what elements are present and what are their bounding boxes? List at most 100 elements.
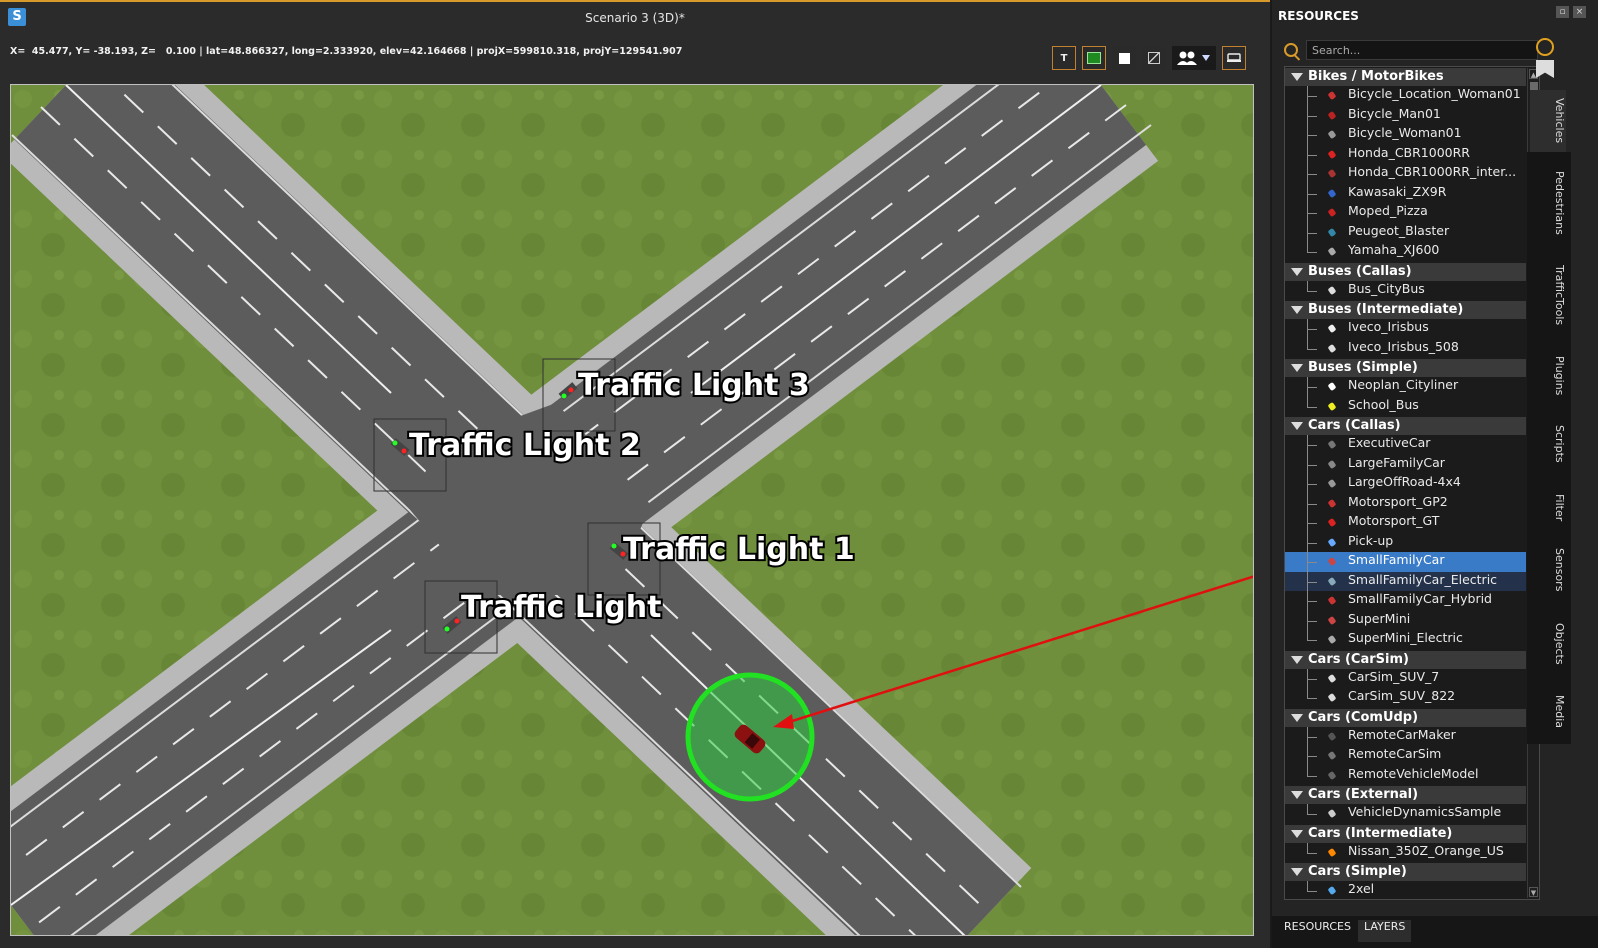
category-header[interactable]: Bikes / MotorBikes: [1285, 68, 1526, 86]
vehicle-button[interactable]: [1222, 46, 1246, 70]
tree-item[interactable]: RemoteCarMaker: [1285, 726, 1526, 746]
tree-item[interactable]: SmallFamilyCar: [1285, 552, 1526, 572]
tree-item[interactable]: Bicycle_Location_Woman01: [1285, 86, 1526, 106]
tab-filter[interactable]: Filter: [1530, 486, 1566, 530]
collapse-triangle-icon[interactable]: [1291, 713, 1303, 722]
tree-item-label: SmallFamilyCar_Hybrid: [1348, 591, 1492, 606]
tree-item[interactable]: Bicycle_Woman01: [1285, 125, 1526, 145]
tree-item[interactable]: VehicleDynamicsSample: [1285, 804, 1526, 824]
tab-traffictools[interactable]: TrafficTools: [1530, 258, 1566, 332]
selected-vehicle[interactable]: [685, 672, 815, 802]
tab-sensors[interactable]: Sensors: [1530, 542, 1566, 598]
vehicle-thumbnail-icon: [1327, 381, 1337, 392]
square-button[interactable]: [1112, 46, 1136, 70]
category-label: Cars (External): [1308, 787, 1419, 802]
tree-item[interactable]: SmallFamilyCar_Electric: [1285, 571, 1526, 591]
tree-item[interactable]: LargeOffRoad-4x4: [1285, 474, 1526, 494]
tree-branch-line: [1307, 842, 1308, 853]
tree-item[interactable]: ExecutiveCar: [1285, 435, 1526, 455]
tree-branch-line: [1307, 280, 1308, 291]
category-header[interactable]: Cars (Callas): [1285, 417, 1526, 435]
tree-item[interactable]: Nissan_350Z_Orange_US: [1285, 842, 1526, 863]
tab-vehicles[interactable]: Vehicles: [1530, 90, 1566, 152]
category-label: Cars (CarSim): [1308, 651, 1409, 667]
category-header[interactable]: Cars (External): [1285, 786, 1526, 804]
float-panel-icon[interactable]: ▫: [1556, 6, 1569, 18]
tree-item[interactable]: Honda_CBR1000RR: [1285, 144, 1526, 164]
tree-item[interactable]: CarSim_SUV_7: [1285, 668, 1526, 688]
3d-viewport[interactable]: Traffic Light 3 Traffic Light 2 Traffic …: [10, 84, 1254, 936]
bottom-tabs: RESOURCES LAYERS: [1272, 916, 1598, 948]
tree-item[interactable]: Pick-up: [1285, 532, 1526, 552]
tree-item-label: Peugeot_Blaster: [1348, 222, 1450, 238]
category-header[interactable]: Cars (Simple): [1285, 863, 1526, 881]
collapse-triangle-icon[interactable]: [1291, 422, 1303, 430]
tab-objects[interactable]: Objects: [1530, 616, 1566, 672]
tree-item-label: Motorsport_GT: [1348, 513, 1440, 528]
traffic-light-2-label: Traffic Light 2: [409, 428, 641, 463]
text-toggle-button[interactable]: T: [1052, 46, 1076, 70]
collapse-triangle-icon[interactable]: [1291, 267, 1303, 276]
camera-group-button[interactable]: [1172, 46, 1216, 70]
tab-scripts[interactable]: Scripts: [1530, 418, 1566, 470]
collapse-triangle-icon[interactable]: [1291, 868, 1303, 876]
tree-item-label: Bicycle_Woman01: [1348, 125, 1462, 140]
collapse-triangle-icon[interactable]: [1291, 306, 1303, 314]
scene-map[interactable]: Traffic Light 3 Traffic Light 2 Traffic …: [11, 85, 1254, 936]
tree-branch-line: [1307, 891, 1317, 892]
vehicle-thumbnail-icon: [1327, 673, 1337, 683]
tree-item[interactable]: RemoteCarSim: [1285, 746, 1526, 766]
vehicle-thumbnail-icon: [1327, 556, 1337, 567]
category-header[interactable]: Cars (Intermediate): [1285, 824, 1526, 843]
tree-item[interactable]: Neoplan_Cityliner: [1285, 377, 1526, 397]
category-header[interactable]: Buses (Callas): [1285, 262, 1526, 281]
tree-item[interactable]: Honda_CBR1000RR_inter...: [1285, 164, 1526, 184]
collapse-triangle-icon[interactable]: [1291, 73, 1303, 81]
tree-item[interactable]: Iveco_Irisbus_508: [1285, 338, 1526, 359]
tree-branch-line: [1307, 213, 1317, 214]
tab-layers[interactable]: LAYERS: [1358, 920, 1412, 942]
tree-branch-line: [1307, 348, 1317, 350]
no-entry-button[interactable]: [1142, 46, 1166, 70]
close-panel-icon[interactable]: ×: [1573, 6, 1586, 18]
search-input[interactable]: [1306, 40, 1538, 60]
tree-item[interactable]: RemoteVehicleModel: [1285, 765, 1526, 786]
tree-item[interactable]: LargeFamilyCar: [1285, 454, 1526, 474]
collapse-triangle-icon[interactable]: [1291, 829, 1303, 838]
category-header[interactable]: Cars (CarSim): [1285, 650, 1526, 669]
tree-item[interactable]: Yamaha_XJ600: [1285, 242, 1526, 262]
tree-item[interactable]: Bicycle_Man01: [1285, 105, 1526, 125]
grid-toggle-button[interactable]: [1082, 46, 1106, 70]
scroll-down-icon[interactable]: ▼: [1529, 887, 1538, 897]
refresh-icon[interactable]: [1536, 38, 1554, 56]
tree-item[interactable]: Bus_CityBus: [1285, 280, 1526, 301]
tree-item-label: Nissan_350Z_Orange_US: [1348, 842, 1504, 858]
tree-item[interactable]: Kawasaki_ZX9R: [1285, 183, 1526, 203]
tab-plugins[interactable]: Plugins: [1530, 350, 1566, 402]
filter-icon[interactable]: [1536, 60, 1554, 78]
tree-item[interactable]: CarSim_SUV_822: [1285, 688, 1526, 708]
tree-item[interactable]: SuperMini: [1285, 610, 1526, 630]
tree-item[interactable]: Iveco_Irisbus: [1285, 319, 1526, 339]
resource-tree[interactable]: Bikes / MotorBikes Bicycle_Location_Woman…: [1284, 66, 1540, 900]
category-header[interactable]: Buses (Simple): [1285, 359, 1526, 377]
tab-media[interactable]: Media: [1530, 690, 1566, 734]
tree-item[interactable]: SuperMini_Electric: [1285, 630, 1526, 650]
text-toggle-icon: T: [1060, 52, 1068, 64]
tree-item[interactable]: Peugeot_Blaster: [1285, 222, 1526, 242]
collapse-triangle-icon[interactable]: [1291, 655, 1303, 664]
collapse-triangle-icon[interactable]: [1291, 791, 1303, 799]
tree-branch-line: [1307, 242, 1308, 252]
category-header[interactable]: Cars (ComUdp): [1285, 708, 1526, 727]
tree-item[interactable]: Motorsport_GP2: [1285, 493, 1526, 513]
collapse-triangle-icon[interactable]: [1291, 364, 1303, 372]
tab-pedestrians[interactable]: Pedestrians: [1530, 166, 1566, 240]
category-header[interactable]: Buses (Intermediate): [1285, 301, 1526, 319]
search-icon: [1284, 43, 1298, 57]
tree-item[interactable]: School_Bus: [1285, 396, 1526, 417]
tree-item[interactable]: SmallFamilyCar_Hybrid: [1285, 591, 1526, 611]
tree-item[interactable]: Motorsport_GT: [1285, 513, 1526, 533]
tree-item[interactable]: Moped_Pizza: [1285, 203, 1526, 223]
tree-item[interactable]: 2xel: [1285, 881, 1526, 899]
tab-resources[interactable]: RESOURCES: [1278, 920, 1357, 942]
